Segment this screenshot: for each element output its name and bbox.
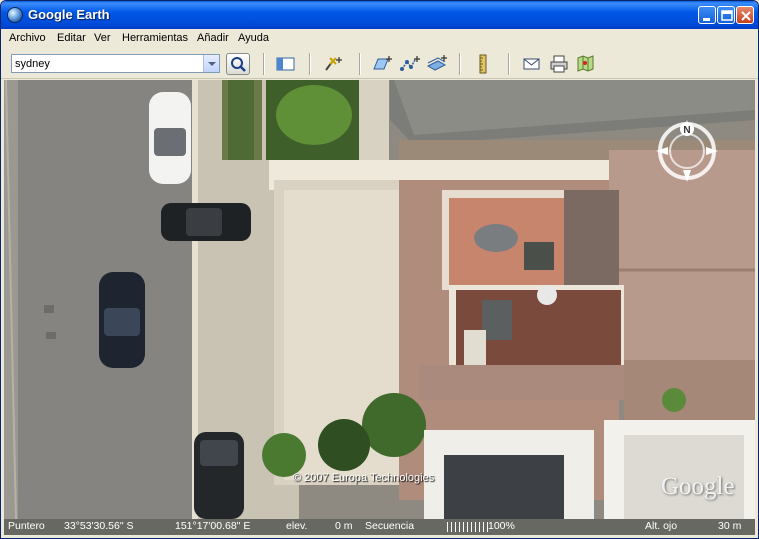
globe-icon [7,7,23,23]
menu-anadir[interactable]: Añadir [197,32,229,44]
car [161,203,251,241]
elevation-label: elev. [286,520,308,532]
eye-altitude-label: Alt. ojo [645,520,678,532]
close-icon [741,11,751,21]
image-overlay-icon [426,55,447,71]
eye-altitude-value: 30 m [718,520,742,532]
google-earth-window: Google Earth Archivo Editar Ver Herramie… [0,0,759,539]
menu-bar: Archivo Editar Ver Herramientas Añadir A… [1,29,758,49]
email-button[interactable] [521,54,543,74]
maximize-button[interactable] [717,6,735,24]
placemark-icon [325,57,342,71]
status-bar: Puntero 33°53'30.56" S 151°17'00.68" E e… [4,519,755,535]
minimize-icon [703,18,710,21]
sidebar-toggle-icon [276,57,295,71]
google-maps-icon [577,55,594,72]
search-icon [231,57,246,72]
streaming-progress-bar [447,522,491,532]
ruler-icon [479,54,487,74]
google-watermark: Google [661,473,735,500]
close-button[interactable] [736,6,754,24]
toolbar-separator [309,53,311,75]
ruler-button[interactable] [472,54,494,74]
polygon-icon [373,56,392,70]
toolbar [1,49,758,79]
chevron-down-icon [208,62,216,66]
compass-north-label: N [683,125,690,136]
maximize-icon [721,10,733,21]
path-icon [400,56,420,71]
title-bar[interactable]: Google Earth [1,1,758,29]
longitude-value: 151°17'00.68" E [175,520,251,532]
pointer-label: Puntero [8,520,45,532]
car [99,272,145,368]
car [149,92,191,184]
search-input[interactable] [12,55,204,72]
add-polygon-button[interactable] [371,54,393,74]
email-icon [523,58,540,70]
toolbar-separator [508,53,510,75]
toolbar-separator [459,53,461,75]
menu-herramientas[interactable]: Herramientas [122,32,188,44]
menu-archivo[interactable]: Archivo [9,32,46,44]
window-title: Google Earth [28,7,110,22]
copyright-text: © 2007 Europa Technologies [293,472,435,484]
toolbar-separator [359,53,361,75]
latitude-value: 33°53'30.56" S [64,520,134,532]
streaming-percent: 100% [488,520,515,532]
print-icon [550,55,568,73]
search-combobox[interactable] [11,54,220,73]
add-path-button[interactable] [399,54,421,74]
elevation-value: 0 m [335,520,353,532]
menu-ayuda[interactable]: Ayuda [238,32,269,44]
menu-ver[interactable]: Ver [94,32,111,44]
print-button[interactable] [548,54,570,74]
map-view[interactable]: © 2007 Europa Technologies Google N [4,80,755,519]
search-dropdown-button[interactable] [203,55,219,72]
car [194,432,244,519]
add-image-overlay-button[interactable] [426,54,448,74]
minimize-button[interactable] [698,6,716,24]
satellite-imagery [4,80,755,519]
streaming-label: Secuencia [365,520,415,532]
google-maps-button[interactable] [575,54,597,74]
toolbar-separator [263,53,265,75]
menu-editar[interactable]: Editar [57,32,86,44]
navigation-compass[interactable]: N [654,118,720,184]
sidebar-toggle-button[interactable] [275,54,297,74]
add-placemark-button[interactable] [322,54,344,74]
search-button[interactable] [226,53,250,75]
